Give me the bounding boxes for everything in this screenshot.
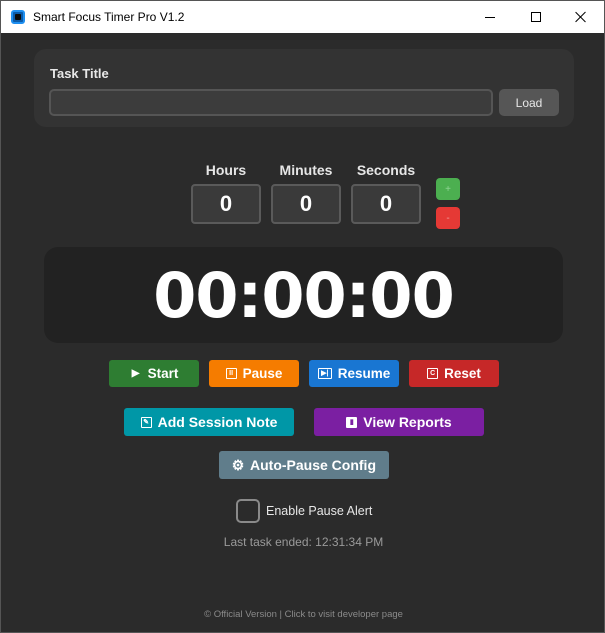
window-title: Smart Focus Timer Pro V1.2 <box>33 10 185 24</box>
start-label: Start <box>147 366 179 381</box>
timer-card: 00:00:00 <box>44 247 563 343</box>
reset-label: Reset <box>444 366 481 381</box>
auto-pause-config-label: Auto-Pause Config <box>250 457 376 473</box>
pause-icon: II <box>225 368 237 379</box>
title-bar: Smart Focus Timer Pro V1.2 <box>1 1 604 33</box>
reset-icon: C <box>427 368 439 379</box>
resume-icon: ▶| <box>317 368 332 379</box>
decrement-button[interactable]: - <box>436 207 460 229</box>
hours-label: Hours <box>205 162 247 178</box>
task-title-input[interactable] <box>49 89 493 116</box>
view-reports-button[interactable]: ▮ View Reports <box>314 408 484 436</box>
task-title-label: Task Title <box>50 66 109 81</box>
app-icon <box>11 10 25 24</box>
hours-field[interactable]: 0 <box>191 184 261 224</box>
gear-icon: ⚙ <box>231 456 245 473</box>
close-button[interactable] <box>558 1 604 33</box>
reset-button[interactable]: C Reset <box>409 360 499 387</box>
timer-display: 00:00:00 <box>153 258 454 332</box>
play-icon: ▶ <box>131 368 140 379</box>
maximize-button[interactable] <box>513 1 559 33</box>
seconds-label: Seconds <box>356 162 416 178</box>
add-session-note-label: Add Session Note <box>157 414 278 430</box>
seconds-field[interactable]: 0 <box>351 184 421 224</box>
minutes-label: Minutes <box>279 162 333 178</box>
reports-icon: ▮ <box>346 416 358 428</box>
increment-button[interactable]: + <box>436 178 460 200</box>
minutes-field[interactable]: 0 <box>271 184 341 224</box>
auto-pause-config-button[interactable]: ⚙ Auto-Pause Config <box>219 451 389 479</box>
close-icon <box>575 11 587 23</box>
resume-button[interactable]: ▶| Resume <box>309 360 399 387</box>
pause-button[interactable]: II Pause <box>209 360 299 387</box>
app-window: Smart Focus Timer Pro V1.2 Task Title Lo… <box>0 0 605 633</box>
developer-page-link[interactable]: © Official Version | Click to visit deve… <box>1 609 605 620</box>
view-reports-label: View Reports <box>363 414 452 430</box>
minimize-button[interactable] <box>467 1 513 33</box>
resume-label: Resume <box>337 366 391 381</box>
minimize-icon <box>485 16 495 18</box>
pause-label: Pause <box>242 366 283 381</box>
task-card: Task Title Load <box>34 49 574 127</box>
start-button[interactable]: ▶ Start <box>109 360 199 387</box>
pause-alert-checkbox[interactable] <box>236 499 260 523</box>
load-button[interactable]: Load <box>499 89 559 116</box>
pause-alert-label: Enable Pause Alert <box>266 504 373 518</box>
add-session-note-button[interactable]: ✎ Add Session Note <box>124 408 294 436</box>
maximize-icon <box>531 12 541 22</box>
note-icon: ✎ <box>140 416 152 428</box>
last-task-status: Last task ended: 12:31:34 PM <box>223 535 384 549</box>
